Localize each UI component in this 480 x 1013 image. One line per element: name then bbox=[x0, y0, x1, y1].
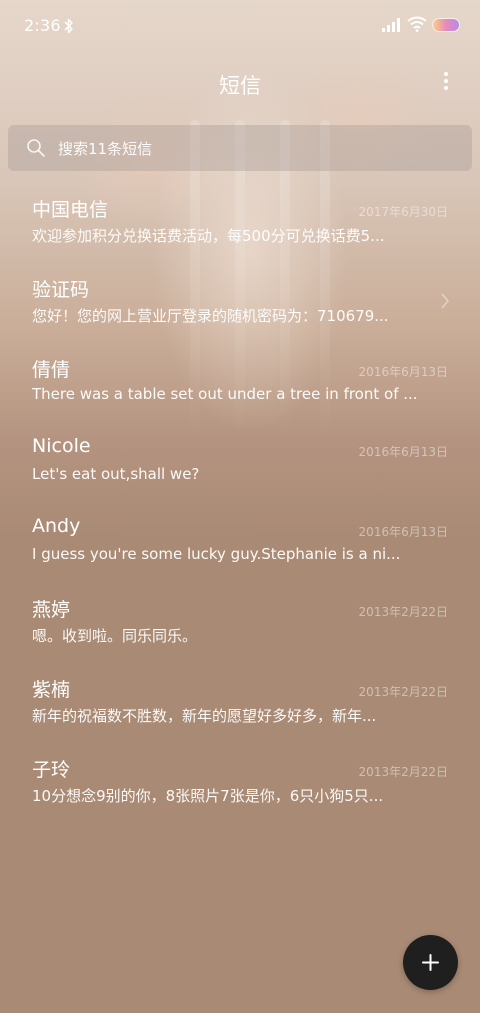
message-preview: 嗯。收到啦。同乐同乐。 bbox=[32, 627, 198, 645]
signal-icon bbox=[382, 18, 400, 32]
message-preview: 新年的祝福数不胜数，新年的愿望好多好多，新年... bbox=[32, 707, 377, 725]
status-bar: 2:36 bbox=[0, 0, 480, 52]
message-date: 2017年6月30日 bbox=[358, 205, 448, 219]
message-list-item[interactable]: Andy 2016年6月13日 I guess you're some luck… bbox=[0, 508, 480, 588]
message-preview: 10分想念9别的你，8张照片7张是你，6只小狗5只... bbox=[32, 787, 384, 805]
message-preview: I guess you're some lucky guy.Stephanie … bbox=[32, 545, 401, 563]
contact-name: Nicole bbox=[32, 435, 91, 457]
chevron-right-icon bbox=[441, 293, 449, 309]
message-date: 2016年6月13日 bbox=[358, 525, 448, 539]
search-input[interactable]: 搜索11条短信 bbox=[8, 125, 472, 171]
title-bar: 短信 bbox=[0, 58, 480, 110]
contact-name: 中国电信 bbox=[32, 199, 109, 221]
message-list-item[interactable]: 验证码 您好！您的网上营业厅登录的随机密码为：710679... bbox=[0, 268, 480, 348]
contact-name: 子玲 bbox=[32, 759, 71, 781]
message-preview: There was a table set out under a tree i… bbox=[32, 385, 418, 403]
page-title: 短信 bbox=[219, 74, 261, 98]
message-list-item[interactable]: 燕婷 2013年2月22日 嗯。收到啦。同乐同乐。 bbox=[0, 588, 480, 668]
search-placeholder: 搜索11条短信 bbox=[58, 140, 153, 158]
message-preview: 您好！您的网上营业厅登录的随机密码为：710679... bbox=[32, 307, 389, 325]
contact-name: Andy bbox=[32, 515, 81, 537]
wifi-icon bbox=[407, 16, 427, 32]
bluetooth-icon bbox=[64, 18, 73, 34]
message-preview: Let's eat out,shall we? bbox=[32, 465, 200, 483]
message-list-item[interactable]: 中国电信 2017年6月30日 欢迎参加积分兑换话费活动，每500分可兑换话费5… bbox=[0, 188, 480, 268]
message-date: 2013年2月22日 bbox=[358, 605, 448, 619]
message-date: 2016年6月13日 bbox=[358, 445, 448, 459]
message-list-item[interactable]: 倩倩 2016年6月13日 There was a table set out … bbox=[0, 348, 480, 428]
message-list-item[interactable]: Nicole 2016年6月13日 Let's eat out,shall we… bbox=[0, 428, 480, 508]
status-time: 2:36 bbox=[24, 16, 61, 35]
message-list: 中国电信 2017年6月30日 欢迎参加积分兑换话费活动，每500分可兑换话费5… bbox=[0, 188, 480, 828]
contact-name: 紫楠 bbox=[32, 679, 71, 701]
contact-name: 验证码 bbox=[32, 279, 90, 301]
plus-icon bbox=[422, 954, 439, 971]
message-preview: 欢迎参加积分兑换话费活动，每500分可兑换话费5... bbox=[32, 227, 385, 245]
search-icon bbox=[27, 139, 45, 157]
compose-button[interactable] bbox=[403, 935, 458, 990]
message-date: 2013年2月22日 bbox=[358, 765, 448, 779]
message-list-item[interactable]: 紫楠 2013年2月22日 新年的祝福数不胜数，新年的愿望好多好多，新年... bbox=[0, 668, 480, 748]
message-list-item[interactable]: 子玲 2013年2月22日 10分想念9别的你，8张照片7张是你，6只小狗5只.… bbox=[0, 748, 480, 828]
more-vertical-icon[interactable] bbox=[442, 72, 450, 94]
message-date: 2016年6月13日 bbox=[358, 365, 448, 379]
contact-name: 倩倩 bbox=[32, 359, 71, 381]
message-date: 2013年2月22日 bbox=[358, 685, 448, 699]
contact-name: 燕婷 bbox=[32, 599, 71, 621]
battery-icon bbox=[433, 19, 459, 31]
